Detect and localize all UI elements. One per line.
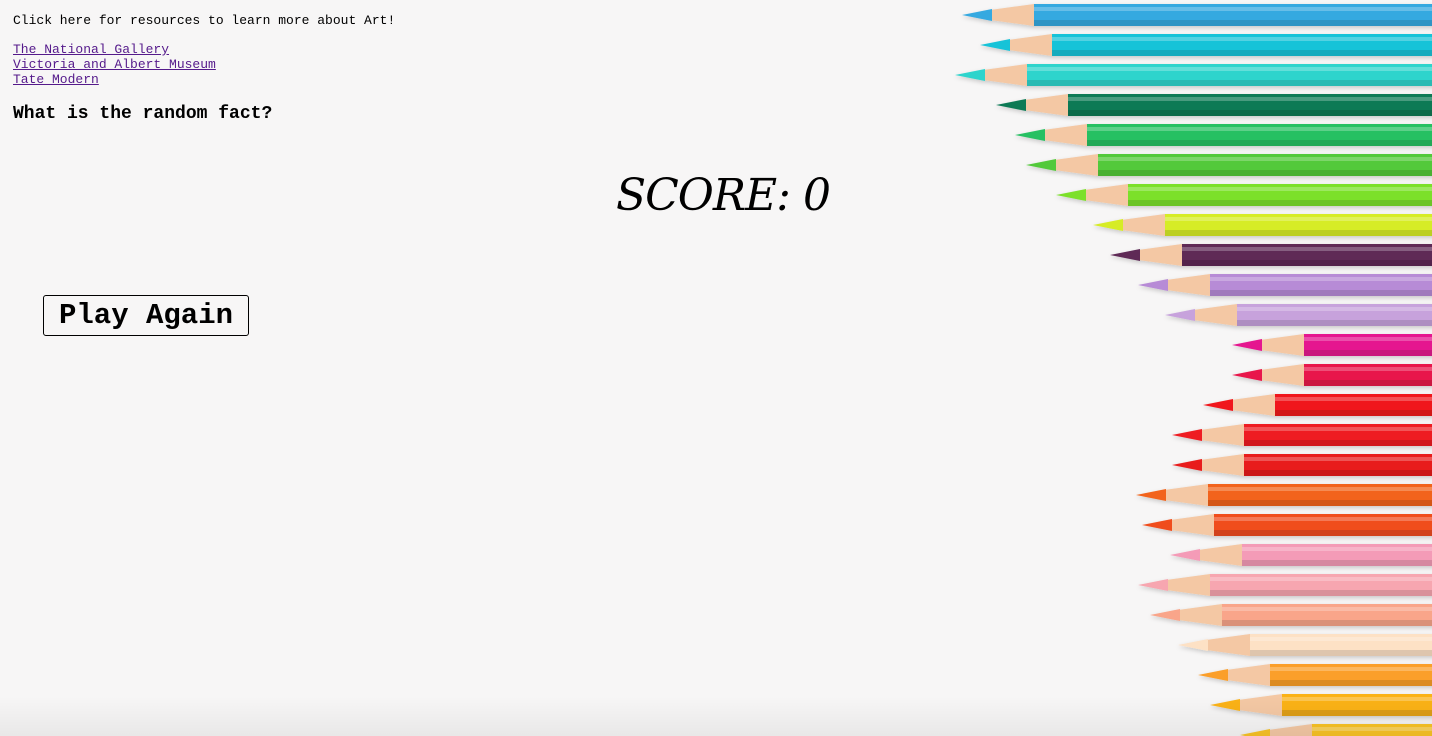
random-fact-question: What is the random fact? [13,104,273,124]
pencil-shape [1165,304,1432,326]
pencil-shape [955,64,1432,86]
pencil-shape [980,34,1432,56]
pencil-shape [1203,394,1432,416]
bottom-shadow [0,696,1432,736]
pencil-shape [1170,544,1432,566]
pencil-shape [1172,454,1432,476]
pencil-shape [1056,184,1432,206]
pencil-shape [1232,334,1432,356]
pencil-shape [1178,634,1432,656]
pencil-shape [1026,154,1432,176]
pencil-shape [1110,244,1432,266]
pencil-shape [1198,664,1432,686]
resource-links: The National Gallery Victoria and Albert… [13,42,216,87]
link-victoria-albert-museum[interactable]: Victoria and Albert Museum [13,57,216,72]
pencil-shape [1232,364,1432,386]
link-national-gallery[interactable]: The National Gallery [13,42,216,57]
pencil-shape [1142,514,1432,536]
pencil-shape [1138,274,1432,296]
pencil-shape [996,94,1432,116]
pencil-shape [1136,484,1432,506]
pencil-shape [1015,124,1432,146]
link-tate-modern[interactable]: Tate Modern [13,72,216,87]
pencil-shape [1093,214,1432,236]
pencil-shape [1172,424,1432,446]
pencil-shape [1150,604,1432,626]
score-display: SCORE: 0 [616,170,831,221]
resources-intro-text: Click here for resources to learn more a… [13,13,396,28]
pencil-shape [962,4,1432,26]
pencil-shape [1138,574,1432,596]
play-again-button[interactable]: Play Again [43,295,249,336]
